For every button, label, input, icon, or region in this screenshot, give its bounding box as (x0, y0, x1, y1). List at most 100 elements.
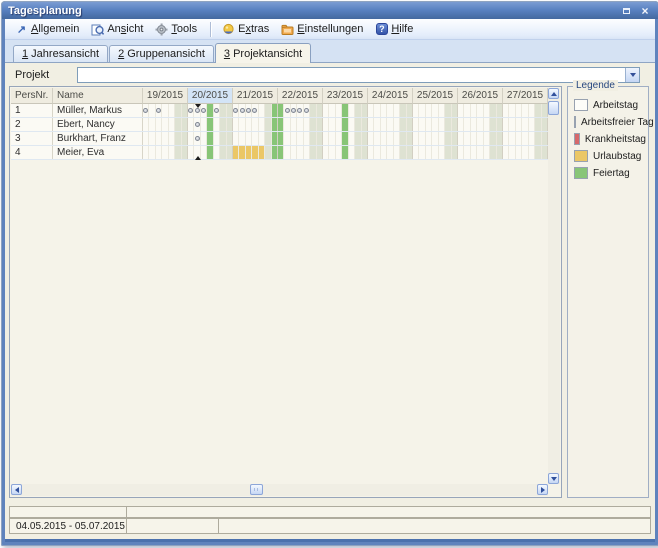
tab-projektansicht[interactable]: 3 Projektansicht (215, 43, 311, 63)
day-cell[interactable] (497, 146, 502, 159)
tab-gruppenansicht[interactable]: 2 Gruppenansicht (109, 45, 214, 62)
week-cells-22-2015 (278, 104, 323, 117)
scroll-up-button[interactable] (548, 88, 559, 99)
week-cells-19-2015 (143, 132, 188, 145)
menu-item-tools[interactable]: Tools (151, 21, 203, 38)
day-cell[interactable] (182, 118, 187, 131)
day-cell[interactable] (542, 104, 547, 117)
tab-jahresansicht[interactable]: 1 Jahresansicht (13, 45, 108, 62)
scroll-down-button[interactable] (548, 473, 559, 484)
day-cell[interactable] (497, 132, 502, 145)
assignment-dot-icon (291, 108, 296, 113)
day-cell[interactable] (362, 104, 367, 117)
arrow-ne-icon: ↗ (15, 23, 28, 36)
week-header-26-2015[interactable]: 26/2015 (458, 88, 503, 104)
scroll-right-button[interactable] (537, 484, 548, 495)
menu-item-ansicht[interactable]: Ansicht (87, 21, 149, 38)
week-header-21-2015[interactable]: 21/2015 (233, 88, 278, 104)
table-row[interactable]: 4Meier, Eva (11, 146, 548, 160)
statusbar-date-range: 04.05.2015 - 05.07.2015 (9, 518, 127, 534)
week-cells-20-2015 (188, 118, 233, 131)
triangle-left-icon (15, 487, 19, 493)
horizontal-scroll-thumb[interactable] (250, 484, 263, 495)
legend-item-krankheitstag: Krankheitstag (574, 133, 646, 145)
week-header-27-2015[interactable]: 27/2015 (503, 88, 548, 104)
menu-item-extras[interactable]: Extras (218, 21, 275, 38)
week-header-24-2015[interactable]: 24/2015 (368, 88, 413, 104)
menu-item-einstellungen[interactable]: Einstellungen (277, 21, 369, 38)
dropdown-button[interactable] (625, 68, 639, 82)
assignment-dot-icon (195, 136, 200, 141)
day-cell[interactable] (317, 146, 322, 159)
day-cell[interactable] (362, 132, 367, 145)
week-cells-26-2015 (458, 132, 503, 145)
week-header-22-2015[interactable]: 22/2015 (278, 88, 323, 104)
day-cell[interactable] (227, 104, 232, 117)
legend-item-arbeitsfreier-tag: Arbeitsfreier Tag (574, 116, 646, 128)
column-header-name[interactable]: Name (53, 88, 143, 104)
scroll-left-button[interactable] (11, 484, 22, 495)
day-cell[interactable] (407, 104, 412, 117)
day-cell[interactable] (497, 104, 502, 117)
day-cell[interactable] (407, 132, 412, 145)
day-cell[interactable] (227, 132, 232, 145)
projekt-combobox[interactable] (77, 67, 640, 83)
day-cell[interactable] (497, 118, 502, 131)
day-cell[interactable] (272, 132, 277, 145)
restore-button[interactable] (619, 4, 633, 17)
day-cell[interactable] (362, 118, 367, 131)
week-header-20-2015[interactable]: 20/2015 (188, 88, 233, 104)
day-cell[interactable] (227, 118, 232, 131)
day-cell[interactable] (542, 146, 547, 159)
day-cell[interactable] (452, 104, 457, 117)
vertical-scroll-thumb[interactable] (548, 101, 559, 115)
tagesplanung-window: Tagesplanung × ↗AllgemeinAnsicht Tools Ext… (1, 1, 658, 546)
assignment-dot-icon (252, 108, 257, 113)
titlebar[interactable]: Tagesplanung × (2, 2, 658, 19)
menu-item-hilfe[interactable]: ?Hilfe (371, 21, 419, 38)
day-cell[interactable] (182, 104, 187, 117)
day-cell[interactable] (452, 132, 457, 145)
week-header-19-2015[interactable]: 19/2015 (143, 88, 188, 104)
week-header-23-2015[interactable]: 23/2015 (323, 88, 368, 104)
day-cell[interactable] (317, 132, 322, 145)
table-row[interactable]: 1Müller, Markus (11, 104, 548, 118)
day-cell[interactable] (542, 118, 547, 131)
week-header-25-2015[interactable]: 25/2015 (413, 88, 458, 104)
day-cell[interactable] (452, 118, 457, 131)
day-cell[interactable] (272, 146, 277, 159)
day-cell[interactable] (272, 104, 277, 117)
week-cells-19-2015 (143, 104, 188, 117)
assignment-dot-icon (240, 108, 245, 113)
table-row[interactable]: 2Ebert, Nancy (11, 118, 548, 132)
day-cell[interactable] (182, 146, 187, 159)
legend-label: Urlaubstag (593, 151, 641, 162)
planning-grid: PersNr.Name19/201520/201521/201522/20152… (11, 88, 548, 484)
day-cell[interactable] (362, 146, 367, 159)
day-cell[interactable] (272, 118, 277, 131)
day-cell[interactable] (227, 146, 232, 159)
day-cell[interactable] (182, 132, 187, 145)
cell-persnr: 4 (11, 146, 53, 159)
week-cells-26-2015 (458, 146, 503, 159)
table-row[interactable]: 3Burkhart, Franz (11, 132, 548, 146)
menu-item-allgemein[interactable]: ↗Allgemein (11, 21, 85, 38)
week-cells-23-2015 (323, 104, 368, 117)
day-cell[interactable] (407, 146, 412, 159)
day-cell[interactable] (407, 118, 412, 131)
day-cell[interactable] (542, 132, 547, 145)
column-header-persnr[interactable]: PersNr. (11, 88, 53, 104)
magnifier-icon (91, 23, 104, 36)
menu-item-label: Tools (171, 23, 197, 35)
statusbar-cell (126, 518, 219, 534)
day-cell[interactable] (317, 118, 322, 131)
close-button[interactable]: × (638, 4, 652, 17)
cell-persnr: 3 (11, 132, 53, 145)
week-cells-22-2015 (278, 132, 323, 145)
week-cells-27-2015 (503, 146, 548, 159)
day-cell[interactable] (317, 104, 322, 117)
horizontal-scrollbar[interactable] (11, 484, 548, 496)
legend-label: Arbeitsfreier Tag (581, 117, 654, 128)
vertical-scrollbar[interactable] (548, 88, 560, 484)
day-cell[interactable] (452, 146, 457, 159)
